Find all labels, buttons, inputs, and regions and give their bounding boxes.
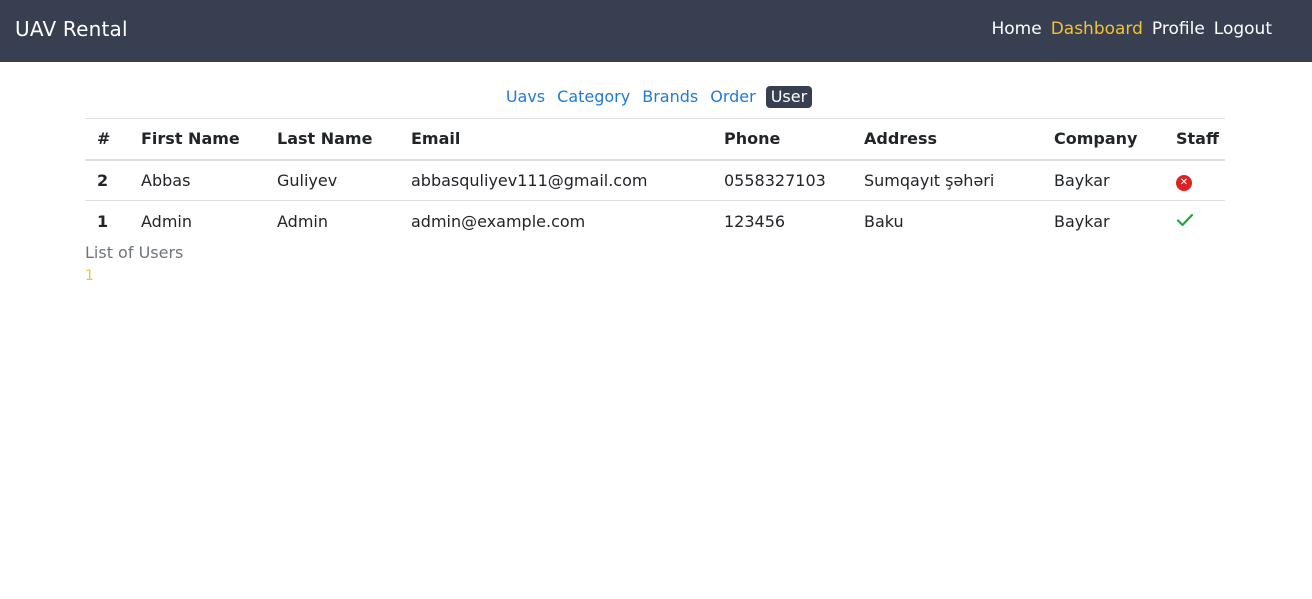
cell-company: Baykar (1054, 211, 1110, 231)
x-circle-icon: ✕ (1176, 174, 1192, 191)
cell-address: Baku (864, 211, 904, 231)
cell-last-name: Guliyev (265, 159, 399, 201)
users-table: # First Name Last Name Email Phone Addre… (85, 118, 1225, 242)
column-header-email: Email (399, 118, 712, 161)
nav-home-link[interactable]: Home (991, 19, 1041, 39)
pagination-page-link[interactable]: 1 (85, 268, 94, 284)
cell-id: 2 (85, 159, 129, 201)
cell-address: Sumqayıt şəhəri (852, 159, 1042, 201)
cell-email: admin@example.com (411, 211, 586, 231)
subnav-category-link[interactable]: Category (555, 86, 632, 108)
cell-company: Baykar (1042, 159, 1164, 201)
nav-logout-link[interactable]: Logout (1214, 19, 1272, 39)
subnav-brands-link[interactable]: Brands (640, 86, 700, 108)
top-navbar: UAV Rental Home Dashboard Profile Logout (0, 0, 1312, 62)
cell-email: abbasquliyev111@gmail.com (399, 159, 712, 201)
column-header-first-name: First Name (129, 118, 265, 161)
table-header-row: # First Name Last Name Email Phone Addre… (85, 118, 1225, 161)
nav-profile-link[interactable]: Profile (1152, 19, 1205, 39)
brand-link[interactable]: UAV Rental (15, 17, 128, 41)
main-nav: Home Dashboard Profile Logout (991, 19, 1272, 39)
subnav-order-link[interactable]: Order (708, 86, 757, 108)
cell-staff (1164, 201, 1225, 242)
cell-first-name: Admin (141, 211, 192, 231)
table-caption: List of Users (85, 243, 184, 262)
cell-phone: 123456 (724, 211, 786, 231)
dashboard-subnav: Uavs Category Brands Order User (0, 86, 1312, 108)
cell-staff: ✕ (1164, 159, 1225, 201)
cell-first-name: Abbas (129, 159, 265, 201)
table-row: 1 Admin Admin admin@example.com 123456 B… (85, 201, 1225, 242)
nav-dashboard-link[interactable]: Dashboard (1051, 19, 1143, 39)
column-header-staff: Staff (1164, 118, 1225, 161)
check-icon (1176, 213, 1194, 226)
cell-phone: 0558327103 (712, 159, 852, 201)
cell-last-name: Admin (277, 211, 328, 231)
column-header-last-name: Last Name (265, 118, 399, 161)
column-header-phone: Phone (712, 118, 852, 161)
subnav-uavs-link[interactable]: Uavs (504, 86, 547, 108)
column-header-id: # (85, 118, 129, 161)
subnav-user-link[interactable]: User (765, 86, 813, 108)
column-header-company: Company (1042, 118, 1164, 161)
column-header-address: Address (852, 118, 1042, 161)
cell-id: 1 (97, 211, 109, 231)
table-row: 2 Abbas Guliyev abbasquliyev111@gmail.co… (85, 159, 1225, 201)
